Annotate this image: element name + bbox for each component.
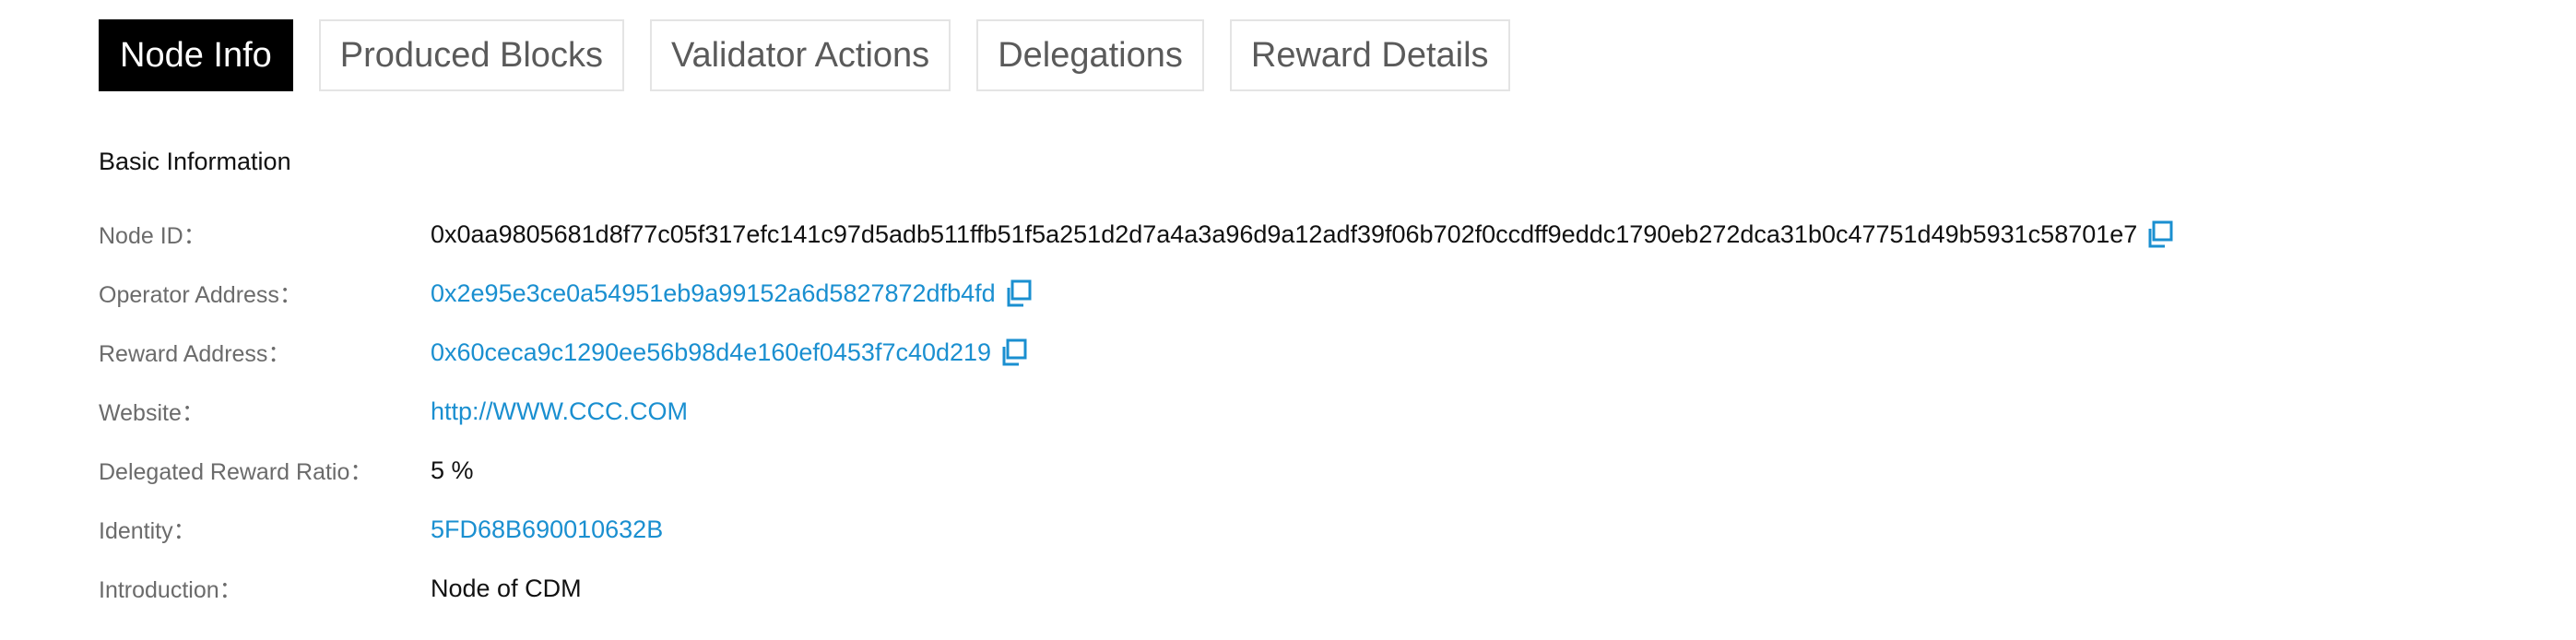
section-title-basic-information: Basic Information: [99, 148, 291, 175]
row-node-id: Node ID： 0x0aa9805681d8f77c05f317efc141c…: [99, 205, 2496, 264]
tab-node-info[interactable]: Node Info: [99, 19, 293, 91]
row-reward-address: Reward Address： 0x60ceca9c1290ee56b98d4e…: [99, 323, 2496, 382]
reward-address-link[interactable]: 0x60ceca9c1290ee56b98d4e160ef0453f7c40d2…: [431, 338, 991, 367]
introduction-value: Node of CDM: [431, 574, 582, 602]
row-introduction: Introduction： Node of CDM: [99, 559, 2496, 618]
row-identity: Identity： 5FD68B690010632B: [99, 500, 2496, 559]
reward-address-value-wrap: 0x60ceca9c1290ee56b98d4e160ef0453f7c40d2…: [431, 338, 1028, 367]
row-operator-address: Operator Address： 0x2e95e3ce0a54951eb9a9…: [99, 264, 2496, 323]
operator-address-value-wrap: 0x2e95e3ce0a54951eb9a99152a6d5827872dfb4…: [431, 279, 1033, 308]
delegated-reward-ratio-label: Delegated Reward Ratio：: [99, 459, 373, 485]
identity-link[interactable]: 5FD68B690010632B: [431, 516, 663, 544]
copy-icon[interactable]: [998, 338, 1028, 367]
identity-label: Identity：: [99, 518, 196, 544]
node-id-label: Node ID：: [99, 223, 207, 249]
website-link[interactable]: http://WWW.CCC.COM: [431, 397, 688, 426]
introduction-label: Introduction：: [99, 577, 242, 603]
copy-icon[interactable]: [2145, 219, 2174, 249]
tab-produced-blocks[interactable]: Produced Blocks: [318, 19, 624, 91]
row-website: Website： http://WWW.CCC.COM: [99, 382, 2496, 441]
reward-address-label: Reward Address：: [99, 341, 291, 367]
operator-address-link[interactable]: 0x2e95e3ce0a54951eb9a99152a6d5827872dfb4…: [431, 279, 996, 308]
node-id-value: 0x0aa9805681d8f77c05f317efc141c97d5adb51…: [431, 219, 2138, 248]
delegated-reward-ratio-value: 5 %: [431, 456, 474, 484]
basic-info-list: Node ID： 0x0aa9805681d8f77c05f317efc141c…: [99, 205, 2496, 618]
tab-bar: Node Info Produced Blocks Validator Acti…: [99, 19, 1510, 91]
copy-icon[interactable]: [1003, 279, 1033, 308]
website-label: Website：: [99, 400, 205, 426]
tab-delegations[interactable]: Delegations: [976, 19, 1204, 91]
row-delegated-reward-ratio: Delegated Reward Ratio： 5 %: [99, 441, 2496, 500]
tab-reward-details[interactable]: Reward Details: [1229, 19, 1510, 91]
operator-address-label: Operator Address：: [99, 282, 302, 308]
tab-validator-actions[interactable]: Validator Actions: [649, 19, 951, 91]
node-id-value-wrap: 0x0aa9805681d8f77c05f317efc141c97d5adb51…: [431, 219, 2174, 249]
